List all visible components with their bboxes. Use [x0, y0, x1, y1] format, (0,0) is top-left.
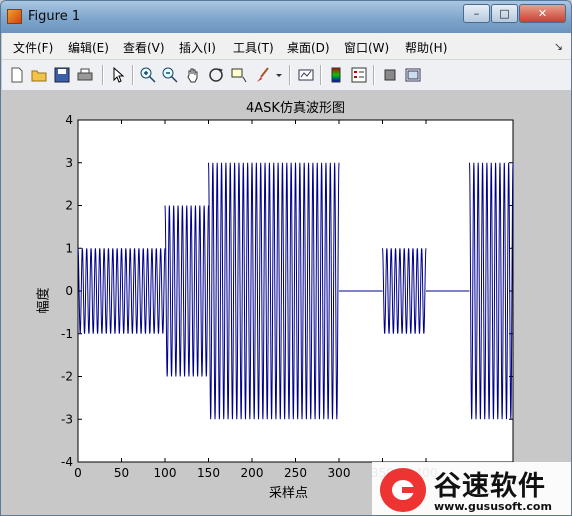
figure-window: Figure 1 – □ ✕ 文件(F) 编辑(E) 查看(V) 插入(I) 工…	[0, 0, 572, 516]
y-tick-label: 4	[65, 113, 73, 127]
watermark: 谷速软件 www.gususoft.com	[372, 462, 571, 515]
y-tick-label: 0	[65, 284, 73, 298]
x-tick-label: 250	[284, 466, 307, 480]
x-tick-label: 150	[197, 466, 220, 480]
watermark-name: 谷速软件	[434, 471, 546, 502]
x-tick-label: 100	[154, 466, 177, 480]
y-tick-label: 2	[65, 199, 73, 213]
y-axis-label: 幅度	[36, 287, 52, 314]
x-axis-label: 采样点	[269, 486, 309, 501]
y-tick-label: -1	[61, 327, 73, 341]
y-tick-label: -4	[61, 455, 73, 469]
plot-canvas[interactable]: 050100150200250300350400-4-3-2-101234	[1, 1, 572, 516]
y-tick-label: -3	[61, 412, 73, 426]
x-tick-label: 300	[328, 466, 351, 480]
y-tick-label: -2	[61, 370, 73, 384]
y-tick-label: 3	[65, 156, 73, 170]
watermark-logo-icon	[380, 468, 426, 512]
chart-title: 4ASK仿真波形图	[246, 101, 345, 116]
x-tick-label: 0	[74, 466, 82, 480]
x-tick-label: 50	[114, 466, 129, 480]
x-tick-label: 200	[241, 466, 264, 480]
watermark-url: www.gususoft.com	[434, 500, 552, 513]
y-tick-label: 1	[65, 241, 73, 255]
